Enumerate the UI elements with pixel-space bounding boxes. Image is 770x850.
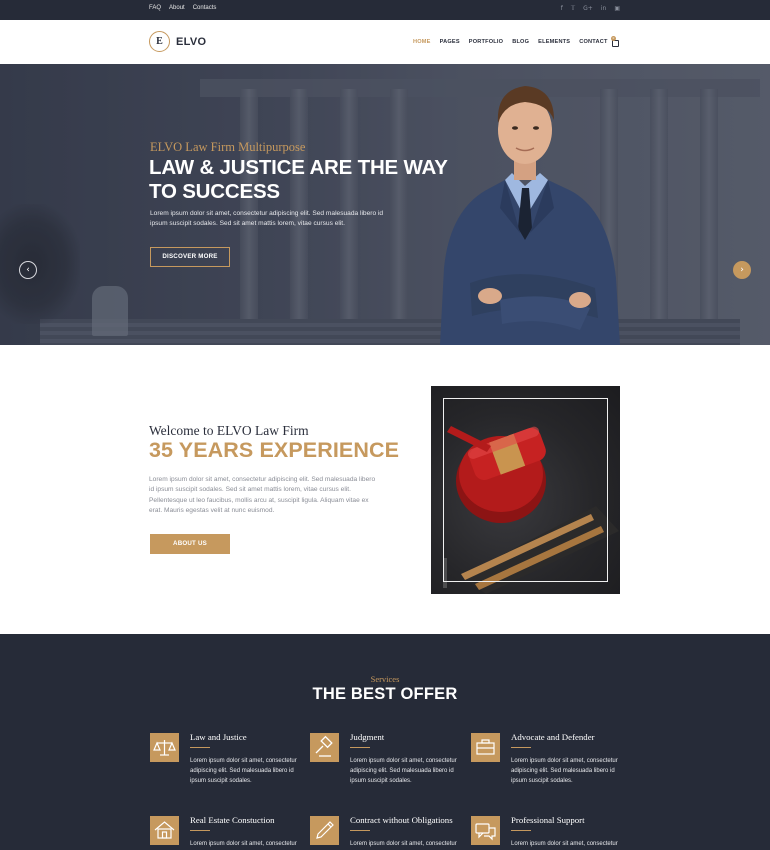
- service-desc: Lorem ipsum dolor sit amet, consectetur: [350, 841, 457, 847]
- service-name: Contract without Obligations: [350, 815, 453, 825]
- service-desc: Lorem ipsum dolor sit amet, consectetur …: [511, 758, 618, 785]
- nav-home[interactable]: HOME: [413, 39, 431, 45]
- hero-overlay: [0, 64, 770, 345]
- pen-icon: [310, 816, 339, 845]
- slider-next-button[interactable]: ›: [733, 261, 751, 279]
- twitter-icon[interactable]: 𝕋: [571, 5, 575, 12]
- service-divider: [190, 830, 210, 831]
- service-divider: [511, 747, 531, 748]
- logo-mark: E: [149, 31, 170, 52]
- linkedin-icon[interactable]: in: [601, 5, 606, 12]
- briefcase-icon: [471, 733, 500, 762]
- hero-text: Lorem ipsum dolor sit amet, consectetur …: [150, 210, 384, 228]
- service-divider: [511, 830, 531, 831]
- image-frame: [443, 398, 608, 582]
- service-item[interactable]: Professional Support Lorem ipsum dolor s…: [471, 815, 621, 850]
- hero-subtitle: ELVO Law Firm Multipurpose: [150, 140, 306, 154]
- nav-elements[interactable]: ELEMENTS: [538, 39, 570, 45]
- instagram-icon[interactable]: ▣: [614, 5, 620, 12]
- service-item[interactable]: Judgment Lorem ipsum dolor sit amet, con…: [310, 732, 460, 803]
- shopping-bag-icon: [612, 40, 619, 47]
- services-subtitle: Services: [370, 674, 400, 684]
- facebook-icon[interactable]: f: [561, 5, 563, 12]
- about-text: Lorem ipsum dolor sit amet, consectetur …: [149, 476, 376, 514]
- hero-slider: ‹ › ELVO Law Firm Multipurpose LAW & JUS…: [0, 64, 770, 345]
- service-divider: [350, 830, 370, 831]
- top-link-about[interactable]: About: [169, 5, 185, 11]
- chevron-right-icon: ›: [740, 265, 744, 275]
- hero-lawyer-image: [440, 86, 620, 345]
- chevron-left-icon: ‹: [26, 265, 30, 275]
- logo-text: ELVO: [176, 35, 207, 48]
- top-link-contacts[interactable]: Contacts: [193, 5, 217, 11]
- chat-icon: [471, 816, 500, 845]
- nav-portfolio[interactable]: PORTFOLIO: [469, 39, 503, 45]
- service-item[interactable]: Advocate and Defender Lorem ipsum dolor …: [471, 732, 621, 803]
- service-item[interactable]: Law and Justice Lorem ipsum dolor sit am…: [150, 732, 300, 803]
- scales-icon: [150, 733, 179, 762]
- logo[interactable]: E ELVO: [149, 31, 206, 52]
- service-divider: [190, 747, 210, 748]
- about-us-button[interactable]: ABOUT US: [150, 534, 230, 554]
- service-name: Professional Support: [511, 815, 585, 825]
- about-subtitle: Welcome to ELVO Law Firm: [149, 423, 309, 438]
- hero-title: LAW & JUSTICE ARE THE WAY TO SUCCESS: [149, 156, 448, 203]
- service-item[interactable]: Real Estate Constuction Lorem ipsum dolo…: [150, 815, 300, 850]
- top-links: FAQ About Contacts: [149, 5, 216, 11]
- service-name: Law and Justice: [190, 732, 247, 742]
- service-desc: Lorem ipsum dolor sit amet, consectetur: [511, 841, 618, 847]
- social-links: f 𝕋 G+ in ▣: [561, 5, 620, 12]
- main-nav: HOME PAGES PORTFOLIO BLOG ELEMENTS CONTA…: [413, 39, 608, 45]
- service-divider: [350, 747, 370, 748]
- nav-pages[interactable]: PAGES: [440, 39, 460, 45]
- nav-blog[interactable]: BLOG: [512, 39, 529, 45]
- services-title: THE BEST OFFER: [312, 685, 458, 703]
- service-desc: Lorem ipsum dolor sit amet, consectetur …: [350, 758, 457, 785]
- gavel-icon: [310, 733, 339, 762]
- service-item[interactable]: Contract without Obligations Lorem ipsum…: [310, 815, 460, 850]
- service-desc: Lorem ipsum dolor sit amet, consectetur: [190, 841, 297, 847]
- nav-contact[interactable]: CONTACT: [579, 39, 607, 45]
- house-icon: [150, 816, 179, 845]
- site-header: E ELVO HOME PAGES PORTFOLIO BLOG ELEMENT…: [0, 20, 770, 64]
- discover-more-button[interactable]: DISCOVER MORE: [150, 247, 230, 267]
- services-section: Services THE BEST OFFER Law and Justice …: [0, 634, 770, 850]
- gavel-image: [431, 386, 620, 594]
- service-name: Judgment: [350, 732, 385, 742]
- top-link-faq[interactable]: FAQ: [149, 5, 161, 11]
- cart-count-badge: 0: [611, 36, 616, 41]
- about-title: 35 YEARS EXPERIENCE: [149, 438, 400, 462]
- service-name: Real Estate Constuction: [190, 815, 275, 825]
- cart-icon[interactable]: 0: [611, 36, 621, 47]
- top-bar: FAQ About Contacts f 𝕋 G+ in ▣: [0, 0, 770, 20]
- service-desc: Lorem ipsum dolor sit amet, consectetur …: [190, 758, 297, 785]
- google-plus-icon[interactable]: G+: [583, 5, 593, 12]
- slider-prev-button[interactable]: ‹: [19, 261, 37, 279]
- service-name: Advocate and Defender: [511, 732, 595, 742]
